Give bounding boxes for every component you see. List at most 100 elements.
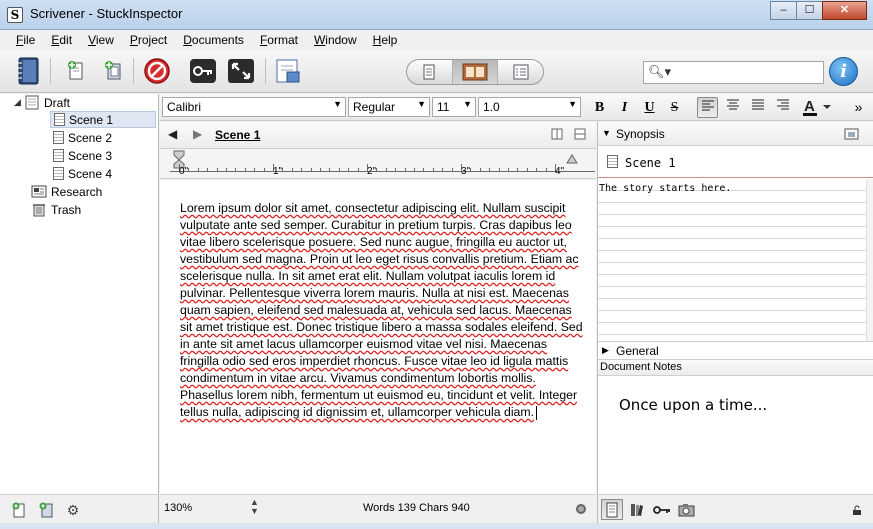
binder-item-draft[interactable]: ◢ Draft <box>14 94 70 111</box>
outliner-view-button[interactable] <box>498 60 543 84</box>
ruler-line <box>170 171 595 172</box>
binder-item-scene-2[interactable]: Scene 2 <box>53 129 112 146</box>
ruler-tick <box>188 168 190 171</box>
zoom-stepper-icon[interactable]: ▲ ▼ <box>250 498 259 516</box>
add-folder-button[interactable] <box>99 57 127 85</box>
minimize-button[interactable]: – <box>770 1 797 20</box>
menu-help[interactable]: Help <box>365 30 406 50</box>
synopsis-text[interactable]: The story starts here. <box>599 183 731 194</box>
settings-button[interactable]: ⚙ <box>64 501 82 519</box>
strikethrough-button[interactable]: S <box>664 97 685 118</box>
text-color-button[interactable]: A <box>800 97 834 118</box>
binder-label: Scene 2 <box>68 130 113 145</box>
research-icon <box>31 185 47 198</box>
collapse-arrow-icon[interactable]: ◢ <box>14 97 24 108</box>
collapse-arrow-icon[interactable]: ▼ <box>602 128 611 138</box>
align-left-button[interactable] <box>697 97 718 118</box>
underline-button[interactable]: U <box>639 97 660 118</box>
toolbar-separator <box>265 58 266 84</box>
add-document-button[interactable] <box>62 57 90 85</box>
align-right-button[interactable] <box>772 97 793 118</box>
add-folder-button[interactable] <box>37 501 55 519</box>
menu-file[interactable]: File <box>8 30 43 50</box>
scrivenings-view-button[interactable] <box>407 60 453 84</box>
notes-tab-button[interactable] <box>601 499 623 520</box>
synopsis-scrollbar[interactable] <box>866 179 873 341</box>
binder-item-research[interactable]: Research <box>31 183 102 200</box>
font-family-select[interactable]: Calibri ▼ <box>162 97 346 117</box>
binder-item-scene-4[interactable]: Scene 4 <box>53 165 112 182</box>
target-icon[interactable] <box>576 504 586 514</box>
ruler[interactable]: 0" 1" 2" 3" 4" <box>160 149 596 179</box>
synopsis-doc-title[interactable]: Scene 1 <box>625 156 676 170</box>
ruler-tick <box>376 168 378 171</box>
binder-label: Scene 3 <box>68 148 113 163</box>
ruler-tick <box>414 168 415 171</box>
ruler-tick <box>479 168 481 171</box>
view-mode-control <box>406 59 544 85</box>
document-notes-header[interactable]: Document Notes <box>598 359 873 376</box>
binder: ◢ Draft Scene 1 Scene 2 Scene 3 Scene 4 … <box>0 94 159 494</box>
editor-document-title[interactable]: Scene 1 <box>215 128 260 142</box>
align-justify-button[interactable] <box>747 97 768 118</box>
zoom-level[interactable]: 130% <box>164 502 192 514</box>
full-screen-button[interactable] <box>227 57 255 85</box>
ruler-tick <box>470 168 472 171</box>
editor-text[interactable]: Lorem ipsum dolor sit amet, consectetur … <box>180 200 585 421</box>
expand-arrow-icon[interactable]: ▶ <box>602 345 609 356</box>
binder-item-scene-3[interactable]: Scene 3 <box>53 147 112 164</box>
line-spacing-select[interactable]: 1.0 ▼ <box>478 97 581 117</box>
add-document-button[interactable] <box>10 501 28 519</box>
right-margin-marker-icon[interactable] <box>566 154 578 164</box>
align-center-icon <box>726 99 739 110</box>
close-button[interactable]: ✕ <box>822 1 867 20</box>
menu-edit[interactable]: Edit <box>43 30 80 50</box>
font-size-select[interactable]: 11 ▼ <box>432 97 476 117</box>
outliner-icon <box>513 64 529 80</box>
font-style-value: Regular <box>353 100 396 114</box>
document-notes-text[interactable]: Once upon a time... <box>619 396 767 414</box>
binder-toggle-button[interactable] <box>14 57 42 85</box>
ruler-tick <box>423 168 425 171</box>
menu-window[interactable]: Window <box>306 30 365 50</box>
more-format-button[interactable]: » <box>848 97 869 118</box>
binder-label: Scene 4 <box>68 166 113 181</box>
snapshots-tab-button[interactable] <box>676 499 698 520</box>
synopsis-header[interactable]: ▼ Synopsis <box>598 122 873 146</box>
back-arrow-icon[interactable]: ◀ <box>168 127 177 141</box>
references-tab-button[interactable] <box>626 499 648 520</box>
synopsis-area[interactable] <box>598 179 866 341</box>
inspector-toggle-button[interactable]: i <box>829 57 858 86</box>
binder-item-scene-1[interactable]: Scene 1 <box>50 111 156 128</box>
synopsis-image-icon[interactable] <box>844 127 860 141</box>
compile-button[interactable] <box>274 57 302 85</box>
search-field[interactable]: 🔍︎▾ <box>643 61 824 84</box>
key-icon <box>653 505 670 514</box>
ruler-label: 1" <box>273 166 283 177</box>
menu-format[interactable]: Format <box>252 30 306 50</box>
ruler-tick <box>310 168 312 171</box>
ruler-tick <box>442 168 444 171</box>
editor-footer: 130% ▲ ▼ Words 139 Chars 940 <box>160 494 596 523</box>
split-horizontal-button[interactable] <box>574 128 586 143</box>
align-center-button[interactable] <box>722 97 743 118</box>
text-editor[interactable]: Lorem ipsum dolor sit amet, consectetur … <box>160 180 596 494</box>
delete-button[interactable] <box>143 57 171 85</box>
bold-button[interactable]: B <box>589 97 610 118</box>
font-style-select[interactable]: Regular ▼ <box>348 97 430 117</box>
menu-documents[interactable]: Documents <box>175 30 252 50</box>
split-vertical-button[interactable] <box>551 128 563 143</box>
corkboard-view-button[interactable] <box>452 60 499 84</box>
binder-item-trash[interactable]: Trash <box>31 201 81 218</box>
italic-button[interactable]: I <box>614 97 635 118</box>
search-input[interactable] <box>668 65 818 79</box>
binder-label: Scene 1 <box>69 112 114 127</box>
keywords-button[interactable] <box>189 57 217 85</box>
general-section-header[interactable]: ▶ General <box>598 341 873 359</box>
keywords-tab-button[interactable] <box>651 499 673 520</box>
menu-view[interactable]: View <box>80 30 122 50</box>
menu-project[interactable]: Project <box>122 30 175 50</box>
lock-button[interactable] <box>846 499 868 520</box>
maximize-button[interactable]: ☐ <box>796 1 823 20</box>
forward-arrow-icon[interactable]: ▶ <box>193 127 202 141</box>
